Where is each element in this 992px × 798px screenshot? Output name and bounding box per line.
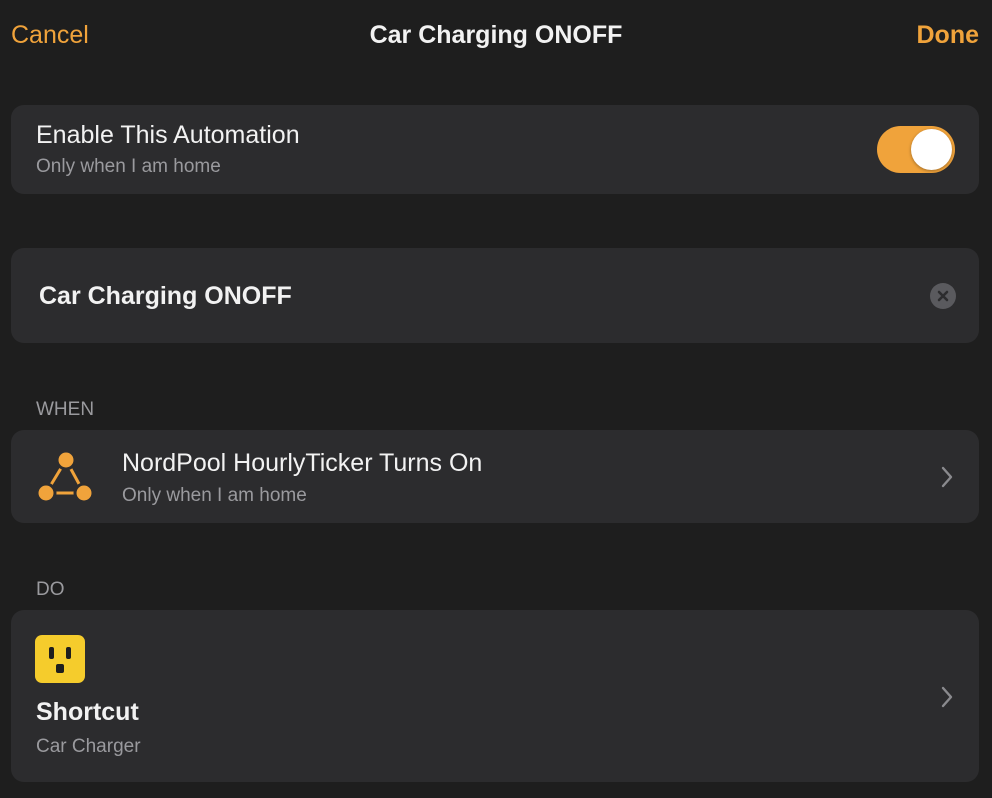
trigger-title: NordPool HourlyTicker Turns On	[122, 449, 483, 477]
automation-name-card[interactable]: Car Charging ONOFF	[11, 248, 979, 343]
done-button[interactable]: Done	[917, 20, 980, 50]
action-title: Shortcut	[36, 698, 139, 726]
action-subtitle: Car Charger	[36, 736, 141, 757]
enable-automation-title: Enable This Automation	[36, 121, 300, 149]
toggle-knob	[911, 129, 952, 170]
when-section-header: WHEN	[36, 399, 95, 420]
enable-automation-toggle[interactable]	[877, 126, 955, 173]
power-outlet-icon	[35, 635, 85, 683]
trigger-row[interactable]: NordPool HourlyTicker Turns On Only when…	[11, 430, 979, 523]
do-section-header: DO	[36, 579, 65, 600]
page-title: Car Charging ONOFF	[369, 21, 623, 49]
clear-icon	[937, 290, 949, 302]
action-row[interactable]: Shortcut Car Charger	[11, 610, 979, 782]
automation-trigger-icon	[35, 449, 95, 504]
automation-name-field[interactable]: Car Charging ONOFF	[39, 281, 292, 311]
chevron-right-icon	[941, 466, 953, 488]
enable-automation-subtitle: Only when I am home	[36, 156, 221, 177]
chevron-right-icon	[941, 686, 953, 708]
clear-text-button[interactable]	[930, 283, 956, 309]
trigger-subtitle: Only when I am home	[122, 485, 307, 506]
enable-automation-card: Enable This Automation Only when I am ho…	[11, 105, 979, 194]
